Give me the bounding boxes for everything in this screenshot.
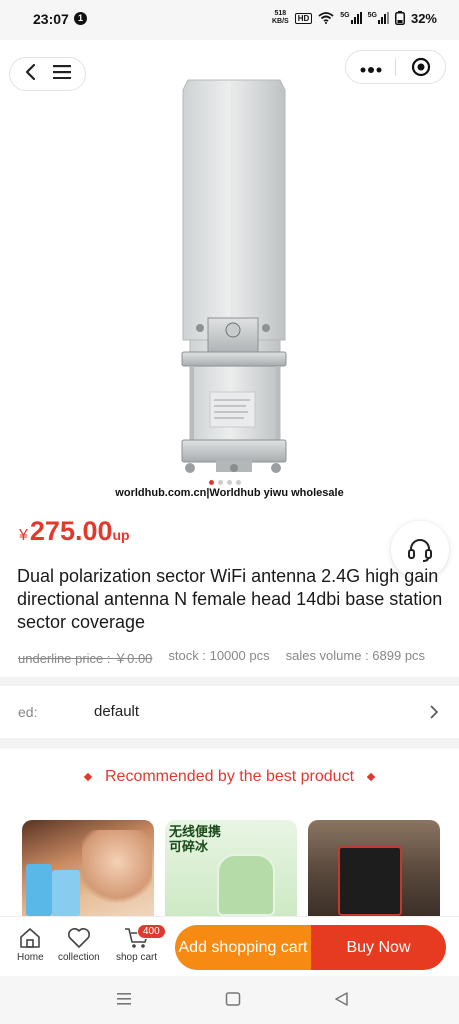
- product-title: Dual polarization sector WiFi antenna 2.…: [17, 566, 443, 632]
- product-stats: underline price : ￥0.00 stock : 10000 pc…: [18, 648, 448, 667]
- hd-icon: HD: [294, 12, 313, 24]
- diamond-icon: [366, 772, 376, 782]
- underline-price: underline price : ￥0.00: [18, 651, 153, 666]
- price-value: 275.00: [29, 516, 113, 546]
- recommended-card[interactable]: 无线便携 可碎冰: [165, 820, 297, 916]
- recommended-list: 无线便携 可碎冰: [22, 820, 442, 916]
- net-speed: 518 KB/S: [271, 10, 289, 25]
- add-to-cart-button[interactable]: Add shopping cart: [175, 925, 311, 970]
- recommended-header: Recommended by the best product: [0, 768, 459, 786]
- signal-icon-2: 5G: [368, 12, 389, 24]
- price-suffix: up: [112, 527, 130, 543]
- buy-now-button[interactable]: Buy Now: [311, 925, 446, 970]
- system-nav-bar: [0, 976, 459, 1024]
- recommended-card[interactable]: [22, 820, 154, 916]
- cart-count-badge: 400: [137, 924, 166, 939]
- signal-icon-1: 5G: [340, 12, 362, 24]
- product-image-gallery[interactable]: worldhub.com.cn|Worldhub yiwu wholesale: [0, 40, 459, 510]
- home-icon: [20, 928, 41, 948]
- pagination-dot[interactable]: [227, 480, 232, 485]
- home-label: Home: [17, 952, 44, 963]
- card-image-product: [52, 870, 80, 916]
- pagination-dot[interactable]: [236, 480, 241, 485]
- cart-label: shop cart: [116, 952, 158, 963]
- collection-label: collection: [58, 952, 100, 963]
- section-divider: [0, 677, 459, 686]
- status-icons: 518 KB/S HD 5G 5G 32%: [272, 10, 437, 26]
- wifi-icon: [318, 12, 334, 24]
- heart-icon: [67, 928, 90, 948]
- battery-level: 32%: [410, 10, 437, 26]
- recommended-card[interactable]: [308, 820, 440, 916]
- price-currency: ¥: [19, 527, 28, 544]
- card-image-product: [217, 854, 275, 916]
- recent-apps-icon[interactable]: [116, 992, 132, 1006]
- home-button[interactable]: Home: [17, 927, 44, 963]
- chevron-right-icon: [430, 705, 439, 719]
- status-time: 23:07: [33, 11, 69, 27]
- bottom-action-bar: Home collection shop cart 400 Add shoppi…: [0, 916, 459, 976]
- home-nav-icon[interactable]: [225, 992, 241, 1006]
- image-watermark: worldhub.com.cn|Worldhub yiwu wholesale: [115, 487, 344, 499]
- notification-dot: 1: [74, 12, 87, 25]
- collection-button[interactable]: collection: [58, 927, 100, 963]
- card-image-model: [82, 830, 152, 910]
- pagination-dot[interactable]: [209, 480, 214, 485]
- card-image-product: [338, 846, 402, 916]
- pagination-dot[interactable]: [218, 480, 223, 485]
- section-divider: [0, 738, 459, 749]
- diamond-icon: [83, 772, 93, 782]
- spec-label: ed:: [18, 704, 38, 720]
- recommended-title: Recommended by the best product: [104, 768, 355, 785]
- stock: stock : 10000 pcs: [168, 648, 270, 663]
- product-image: [181, 79, 287, 473]
- card-image-product: [26, 864, 52, 916]
- spec-selector[interactable]: ed: default: [0, 688, 459, 736]
- status-bar: 23:07 1 518 KB/S HD 5G 5G 32%: [0, 0, 459, 40]
- sales-volume: sales volume : 6899 pcs: [285, 648, 426, 663]
- price: ¥ 275.00 up: [19, 516, 130, 547]
- spec-value: default: [94, 703, 140, 720]
- card-caption: 无线便携 可碎冰: [169, 824, 222, 854]
- headset-icon: [408, 539, 432, 562]
- image-pagination: [209, 480, 241, 485]
- battery-icon: [394, 11, 405, 25]
- back-nav-icon[interactable]: [334, 992, 350, 1006]
